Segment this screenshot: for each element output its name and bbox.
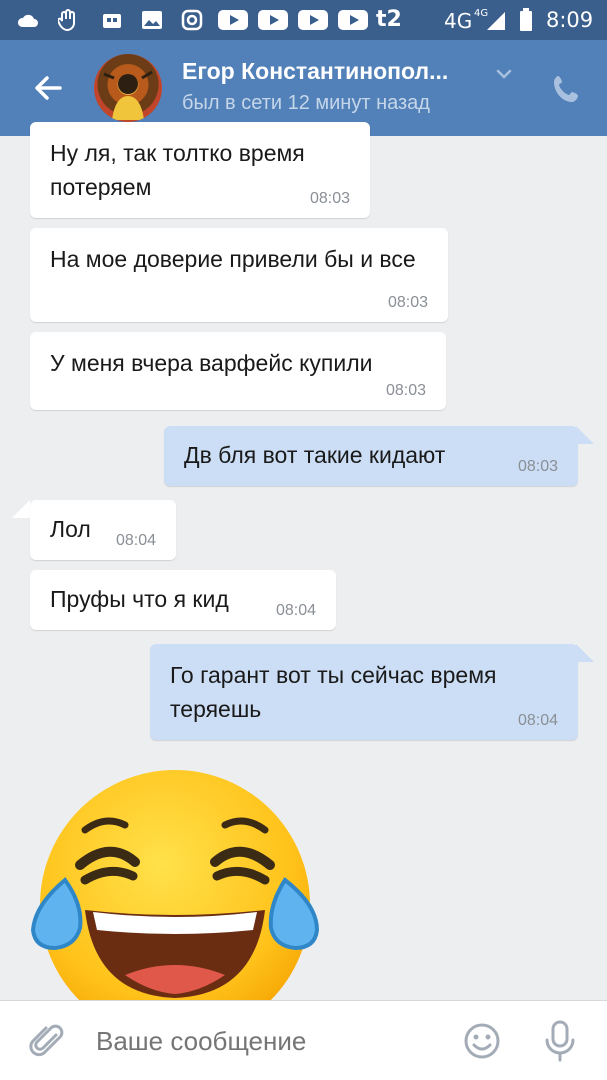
youtube-icon (218, 10, 248, 30)
message-text: На мое доверие привели бы и все (50, 246, 416, 272)
message-text: Го гарант вот ты сейчас время теряешь (170, 662, 497, 722)
status-bar: t2 4G 4G 8:09 (0, 0, 607, 40)
carrier-label: t2 (376, 7, 402, 32)
message-time: 08:04 (275, 602, 316, 619)
message-time: 08:03 (309, 190, 350, 207)
gallery-icon (140, 8, 164, 32)
bubble-tail (576, 426, 594, 444)
network-label: 4G (444, 9, 473, 33)
microphone-icon[interactable] (540, 1019, 580, 1063)
smiley-icon[interactable] (462, 1021, 502, 1061)
youtube-icon (298, 10, 328, 30)
bubble-tail (576, 644, 594, 662)
cloud-icon (16, 8, 40, 32)
bubble-tail (12, 500, 30, 518)
youtube-icon (338, 10, 368, 30)
message-bubble[interactable]: Пруфы что я кид 08:04 (30, 570, 336, 630)
youtube-icon (258, 10, 288, 30)
hand-icon (56, 8, 80, 32)
compose-bar (0, 1000, 607, 1080)
message-time: 08:04 (115, 532, 156, 549)
message-time: 08:03 (387, 294, 428, 311)
instagram-icon (180, 8, 204, 32)
message-time: 08:03 (517, 458, 558, 475)
message-bubble[interactable]: Лол 08:04 (30, 500, 176, 560)
avatar[interactable] (94, 54, 162, 122)
chevron-down-icon[interactable] (494, 64, 514, 84)
message-input[interactable] (96, 1023, 436, 1059)
phone-icon[interactable] (550, 72, 584, 106)
message-bubble[interactable]: На мое доверие привели бы и все 08:03 (30, 228, 448, 322)
message-time: 08:03 (385, 382, 426, 399)
contact-name[interactable]: Егор Константинопол... (182, 58, 482, 85)
message-text: Дв бля вот такие кидают (184, 442, 446, 468)
laughing-emoji-sticker[interactable] (25, 770, 325, 1040)
last-seen-status: был в сети 12 минут назад (182, 92, 430, 114)
game-icon (100, 8, 124, 32)
back-arrow-icon[interactable] (28, 68, 68, 108)
message-text: У меня вчера варфейс купили (50, 350, 373, 376)
message-bubble[interactable]: У меня вчера варфейс купили 08:03 (30, 332, 446, 410)
message-bubble[interactable]: Дв бля вот такие кидают 08:03 (164, 426, 578, 486)
message-time: 08:04 (517, 712, 558, 729)
signal-icon (484, 9, 508, 33)
paperclip-icon[interactable] (28, 1021, 68, 1061)
battery-icon (514, 8, 538, 32)
message-text: Ну ля, так толтко время потеряем (50, 140, 305, 200)
message-bubble[interactable]: Ну ля, так толтко время потеряем 08:03 (30, 122, 370, 218)
message-bubble[interactable]: Го гарант вот ты сейчас время теряешь 08… (150, 644, 578, 740)
clock-label: 8:09 (546, 8, 594, 32)
